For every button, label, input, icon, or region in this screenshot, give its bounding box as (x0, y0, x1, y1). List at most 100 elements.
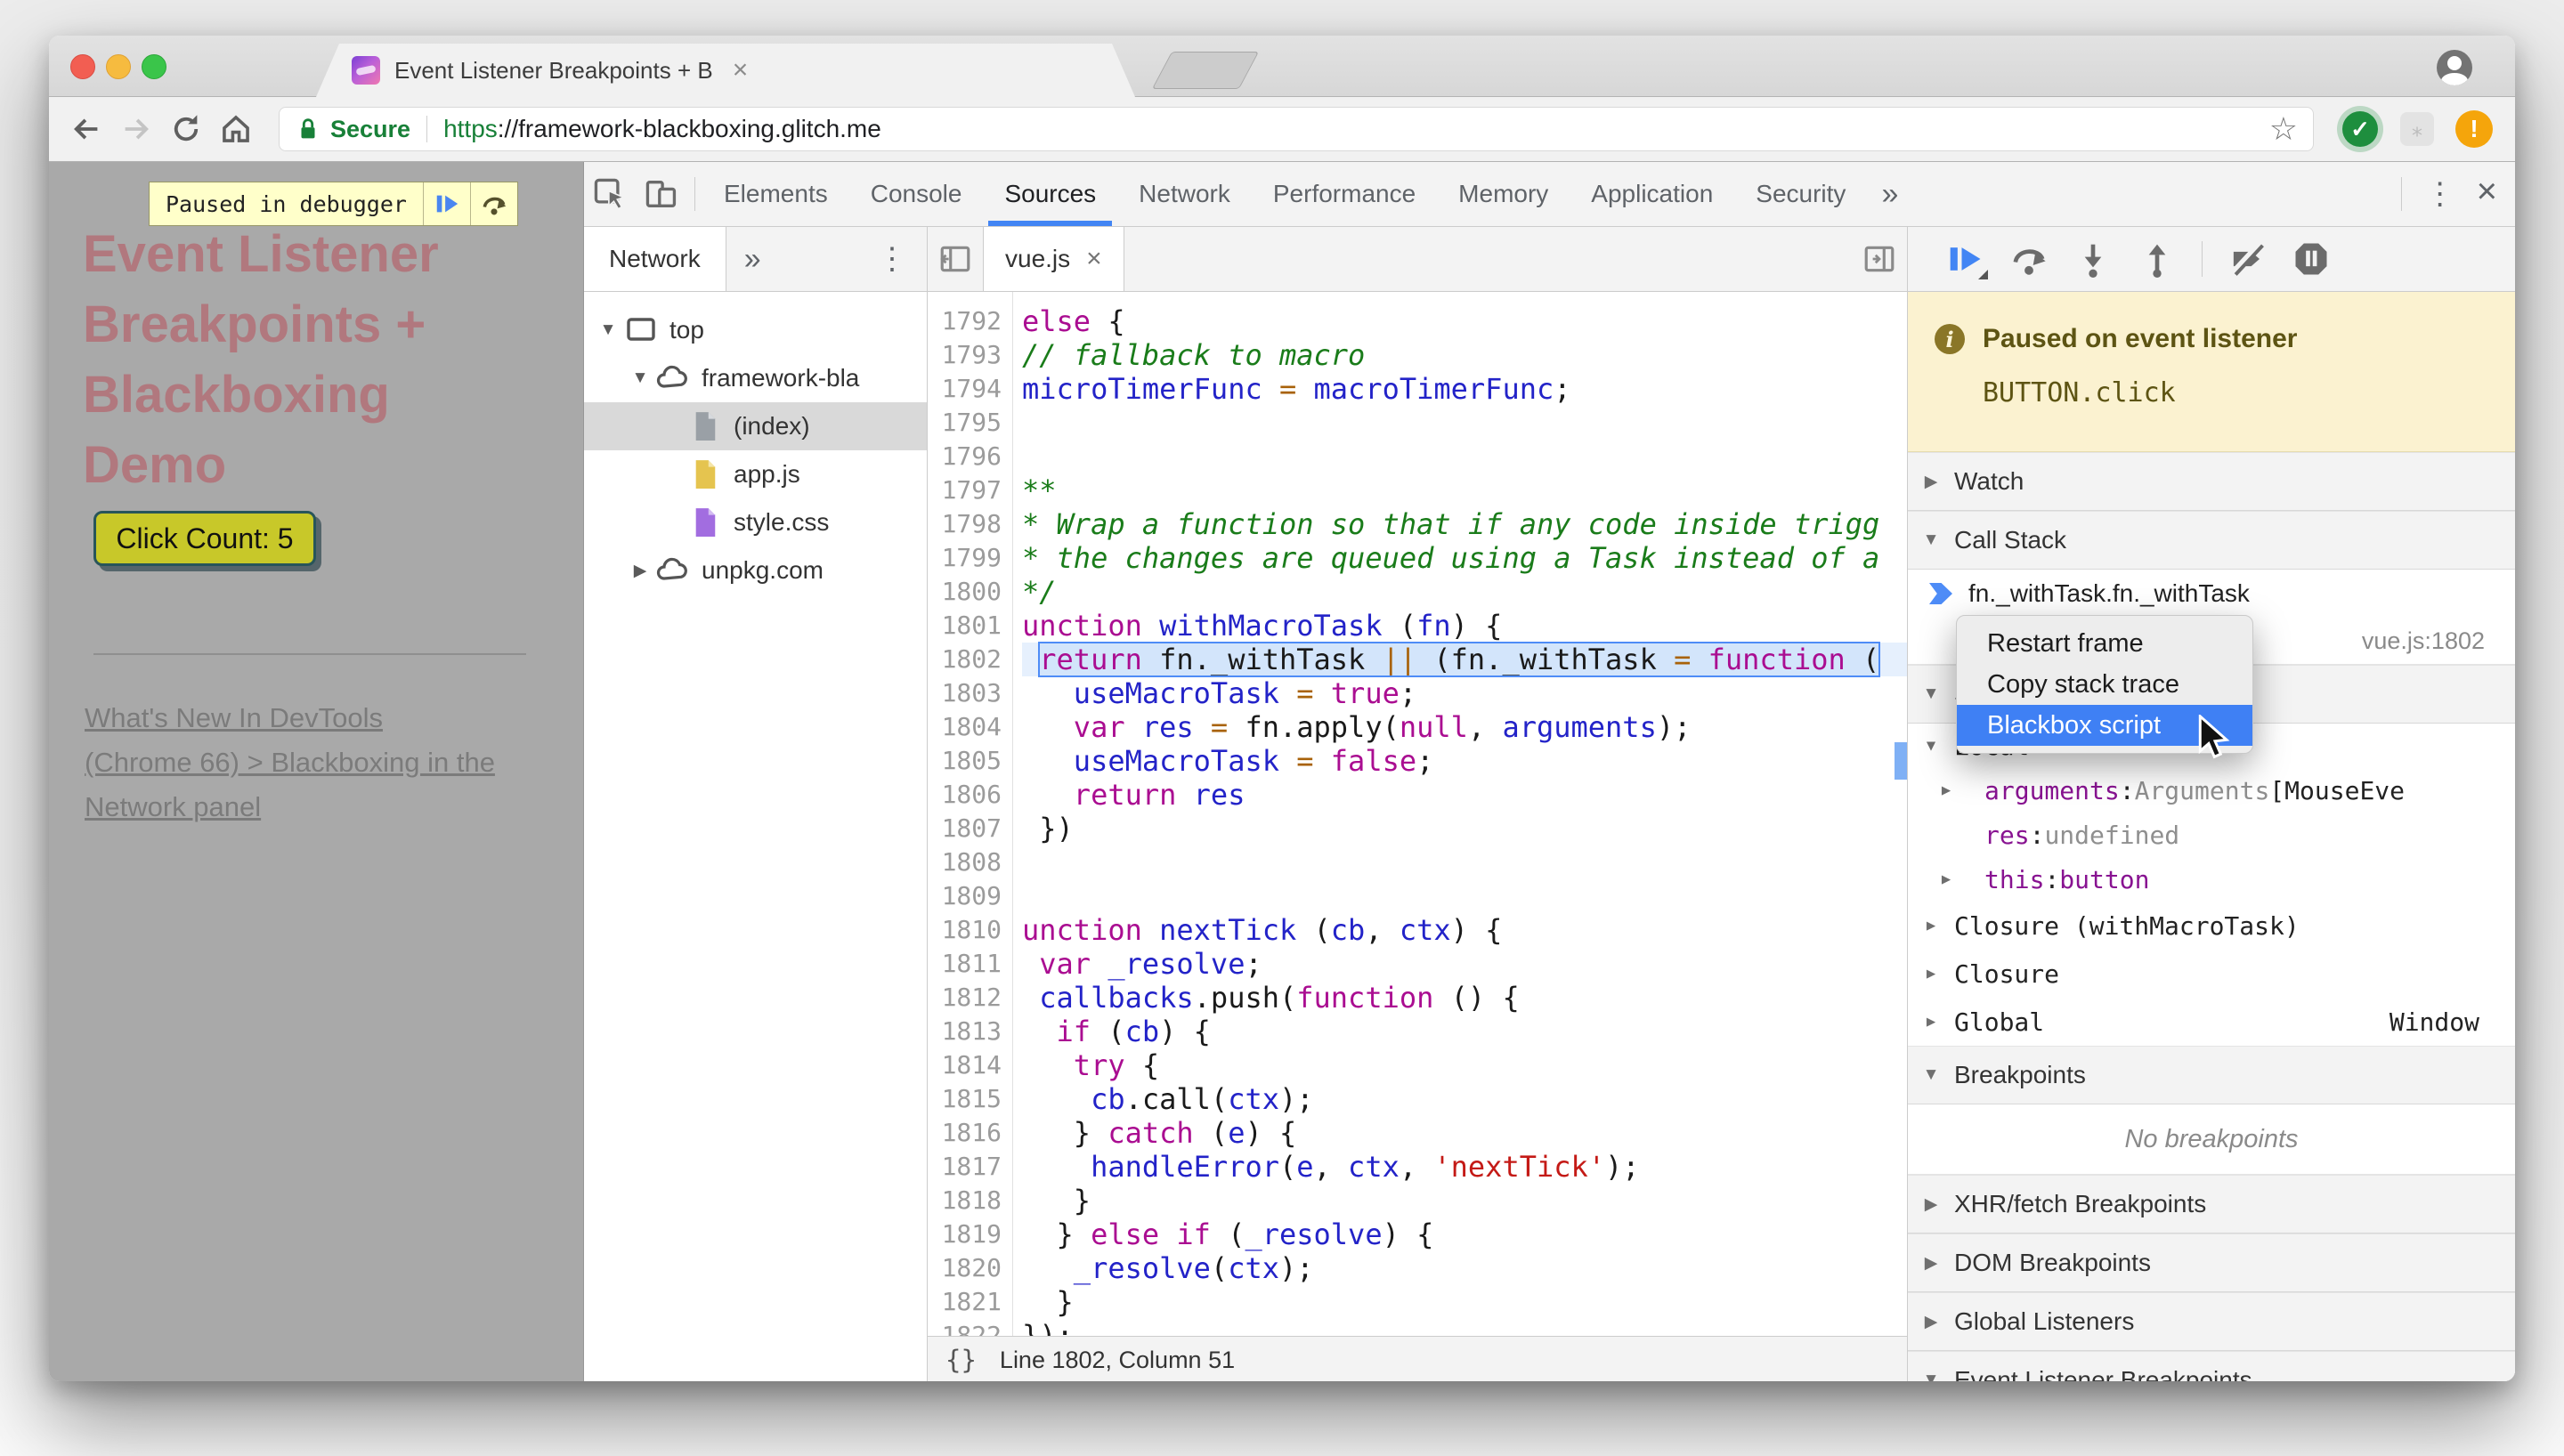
scope-property-row[interactable]: ▶ this: button (1908, 857, 2515, 902)
inspect-element-button[interactable] (584, 168, 636, 220)
devtools-close-button[interactable]: × (2471, 174, 2515, 214)
line-number[interactable]: 1809 (928, 879, 1012, 913)
line-number[interactable]: 1817 (928, 1150, 1012, 1184)
pretty-print-button[interactable]: {} (928, 1345, 1000, 1375)
step-out-button[interactable] (2125, 233, 2189, 285)
scope-property-row[interactable]: ▶ arguments: Arguments [MouseEve (1908, 768, 2515, 813)
secure-badge[interactable]: Secure (295, 115, 410, 143)
callstack-frame[interactable]: fn._withTask.fn._withTask (1908, 570, 2515, 618)
devtools-tab-security[interactable]: Security (1734, 162, 1867, 226)
extension-warning-button[interactable]: ! (2454, 109, 2494, 149)
device-toolbar-button[interactable] (636, 168, 687, 220)
line-number[interactable]: 1805 (928, 744, 1012, 778)
editor-tab-vuejs[interactable]: vue.js × (983, 227, 1124, 291)
line-number[interactable]: 1799 (928, 541, 1012, 575)
line-number[interactable]: 1812 (928, 981, 1012, 1015)
deactivate-breakpoints-button[interactable] (2215, 233, 2279, 285)
line-number[interactable]: 1792 (928, 304, 1012, 338)
xhr-fetch-breakpoints-section-header[interactable]: ▶ XHR/fetch Breakpoints (1908, 1175, 2515, 1234)
line-number[interactable]: 1800 (928, 575, 1012, 609)
editor-tab-close-icon[interactable]: × (1086, 244, 1102, 274)
callstack-section-header[interactable]: ▼ Call Stack (1908, 511, 2515, 570)
line-number[interactable]: 1795 (928, 406, 1012, 440)
hide-navigator-button[interactable] (928, 227, 983, 291)
line-number[interactable]: 1819 (928, 1217, 1012, 1251)
home-button[interactable] (211, 104, 261, 154)
back-button[interactable] (61, 104, 111, 154)
line-number[interactable]: 1806 (928, 778, 1012, 812)
tree-item-app-js[interactable]: app.js (584, 450, 927, 498)
global-listeners-section-header[interactable]: ▶ Global Listeners (1908, 1292, 2515, 1351)
event-listener-breakpoints-header[interactable]: ▼ Event Listener Breakpoints (1908, 1351, 2515, 1381)
line-number[interactable]: 1814 (928, 1048, 1012, 1082)
click-count-button[interactable]: Click Count: 5 (93, 511, 316, 566)
line-number[interactable]: 1796 (928, 440, 1012, 473)
breakpoints-section-header[interactable]: ▼ Breakpoints (1908, 1046, 2515, 1104)
line-number[interactable]: 1810 (928, 913, 1012, 947)
close-window-button[interactable] (70, 54, 95, 79)
devtools-tab-application[interactable]: Application (1570, 162, 1734, 226)
line-number[interactable]: 1816 (928, 1116, 1012, 1150)
devtools-tab-sources[interactable]: Sources (983, 162, 1117, 226)
scope-closure-row[interactable]: ▶ Global Window (1908, 998, 2515, 1046)
code-lines[interactable]: else {// fallback to macro microTimerFunc… (1013, 292, 1907, 1336)
bookmark-star-icon[interactable]: ☆ (2269, 113, 2298, 145)
scope-closure-row[interactable]: ▶ Closure (withMacroTask) (1908, 902, 2515, 950)
profile-avatar[interactable] (2437, 50, 2472, 85)
tree-item-top[interactable]: ▼ top (584, 306, 927, 354)
extension-check-button[interactable]: ✓ (2341, 109, 2380, 149)
line-number[interactable]: 1793 (928, 338, 1012, 372)
more-tabs-button[interactable]: » (1867, 177, 1912, 212)
line-number[interactable]: 1820 (928, 1251, 1012, 1285)
line-number[interactable]: 1802 (928, 643, 1012, 676)
line-number[interactable]: 1813 (928, 1015, 1012, 1048)
line-number[interactable]: 1822 (928, 1319, 1012, 1336)
line-number[interactable]: 1808 (928, 845, 1012, 879)
url-bar[interactable]: Secure https://framework-blackboxing.gli… (279, 107, 2314, 151)
tree-item-style-css[interactable]: style.css (584, 498, 927, 546)
new-tab-button[interactable] (1151, 52, 1260, 89)
whats-new-link[interactable]: What's New In DevTools (Chrome 66) > Blac… (85, 696, 556, 829)
scope-closure-row[interactable]: ▶ Closure (1908, 950, 2515, 998)
navigator-more-tabs-button[interactable]: » (726, 242, 779, 277)
line-number[interactable]: 1803 (928, 676, 1012, 710)
dom-breakpoints-section-header[interactable]: ▶ DOM Breakpoints (1908, 1234, 2515, 1292)
line-number[interactable]: 1804 (928, 710, 1012, 744)
line-number-gutter[interactable]: 1792 1793 1794 1795 1796 1797 1798 1799 1800 1801… (928, 292, 1013, 1336)
step-over-button[interactable] (1997, 233, 2061, 285)
line-number[interactable]: 1794 (928, 372, 1012, 406)
devtools-tab-elements[interactable]: Elements (702, 162, 849, 226)
navigator-menu-button[interactable]: ⋮ (857, 241, 927, 277)
zoom-window-button[interactable] (142, 54, 166, 79)
pause-on-exceptions-button[interactable] (2279, 233, 2343, 285)
forward-button[interactable] (111, 104, 161, 154)
tree-item--index-[interactable]: (index) (584, 402, 927, 450)
devtools-tab-memory[interactable]: Memory (1437, 162, 1570, 226)
line-number[interactable]: 1815 (928, 1082, 1012, 1116)
step-into-button[interactable] (2061, 233, 2125, 285)
devtools-menu-button[interactable]: ⋮ (2409, 176, 2471, 212)
devtools-tab-network[interactable]: Network (1117, 162, 1252, 226)
extension-ghost-button[interactable]: ⁎ (2398, 109, 2437, 149)
line-number[interactable]: 1821 (928, 1285, 1012, 1319)
context-menu-item-copy-stack-trace[interactable]: Copy stack trace (1957, 664, 2252, 705)
line-number[interactable]: 1797 (928, 473, 1012, 507)
line-number[interactable]: 1798 (928, 507, 1012, 541)
scope-property-row[interactable]: res: undefined (1908, 813, 2515, 857)
context-menu-item-restart-frame[interactable]: Restart frame (1957, 623, 2252, 664)
resume-button[interactable] (1933, 233, 1997, 285)
devtools-tab-performance[interactable]: Performance (1252, 162, 1437, 226)
browser-tab[interactable]: Event Listener Breakpoints + B × (316, 44, 1135, 97)
navigator-tab-network[interactable]: Network (584, 227, 726, 291)
line-number[interactable]: 1811 (928, 947, 1012, 981)
reload-button[interactable] (161, 104, 211, 154)
tree-item-unpkg-com[interactable]: ▶ unpkg.com (584, 546, 927, 595)
line-number[interactable]: 1818 (928, 1184, 1012, 1217)
minimize-window-button[interactable] (106, 54, 131, 79)
line-number[interactable]: 1801 (928, 609, 1012, 643)
devtools-tab-console[interactable]: Console (849, 162, 984, 226)
watch-section-header[interactable]: ▶ Watch (1908, 452, 2515, 511)
tree-item-framework-bla[interactable]: ▼ framework-bla (584, 354, 927, 402)
tab-close-icon[interactable]: × (733, 57, 749, 84)
show-debugger-sidebar-button[interactable] (1852, 227, 1907, 291)
